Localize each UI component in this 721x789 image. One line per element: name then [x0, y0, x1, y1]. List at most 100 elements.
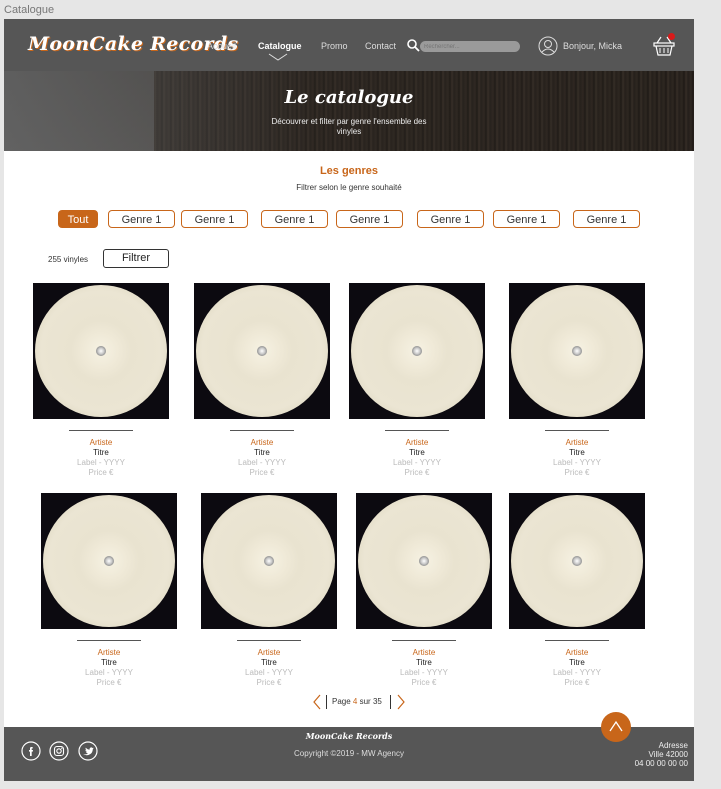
product-cover[interactable] — [194, 283, 330, 419]
vinyl-center — [264, 556, 274, 566]
product-card[interactable]: Artiste Titre Label - YYYY Price € — [201, 493, 337, 693]
cart-badge — [668, 33, 675, 40]
genre-chip-all[interactable]: Tout — [58, 210, 98, 228]
product-cover[interactable] — [349, 283, 485, 419]
product-artist[interactable]: Artiste — [33, 438, 169, 447]
genres-title: Les genres — [319, 165, 379, 177]
nav-accueil[interactable]: Accueil — [207, 41, 236, 51]
product-cover[interactable] — [356, 493, 492, 629]
product-cover[interactable] — [33, 283, 169, 419]
product-card[interactable]: Artiste Titre Label - YYYY Price € — [194, 283, 330, 483]
product-title[interactable]: Titre — [41, 658, 177, 667]
address-city: Ville 42000 — [648, 750, 688, 759]
product-artist[interactable]: Artiste — [349, 438, 485, 447]
divider — [385, 430, 449, 431]
product-label: Label - YYYY — [85, 668, 133, 677]
product-cover[interactable] — [201, 493, 337, 629]
back-to-top-button[interactable] — [601, 712, 631, 742]
page-total: 35 — [372, 697, 382, 706]
footer-address: Adresse Ville 42000 04 00 00 00 00 — [635, 741, 688, 768]
hero-subtitle: Découvrer et filter par genre l'ensemble… — [271, 117, 427, 136]
vinyl-record-image — [43, 495, 175, 627]
genre-chip[interactable]: Genre 1 — [417, 210, 484, 228]
vinyl-center — [572, 346, 582, 356]
chevron-right-icon[interactable] — [396, 694, 406, 710]
divider — [545, 430, 609, 431]
product-price: Price € — [96, 678, 122, 687]
divider — [392, 640, 456, 641]
product-price: Price € — [564, 468, 590, 477]
nav-catalogue[interactable]: Catalogue — [258, 41, 302, 51]
vinyl-center — [257, 346, 267, 356]
product-artist[interactable]: Artiste — [509, 648, 645, 657]
hero-overlay — [4, 71, 694, 151]
filter-button[interactable]: Filtrer — [103, 249, 169, 268]
product-card[interactable]: Artiste Titre Label - YYYY Price € — [33, 283, 169, 483]
product-title[interactable]: Titre — [509, 448, 645, 457]
address-line: Adresse — [658, 741, 688, 750]
genre-chip[interactable]: Genre 1 — [108, 210, 175, 228]
product-title[interactable]: Titre — [509, 658, 645, 667]
footer-copyright: Copyright ©2019 - MW Agency — [294, 749, 404, 758]
product-title[interactable]: Titre — [194, 448, 330, 457]
search-input[interactable] — [420, 41, 520, 52]
page-current: 4 — [352, 697, 358, 706]
vinyl-record-image — [196, 285, 328, 417]
page-of: sur — [359, 697, 371, 706]
divider — [230, 430, 294, 431]
genre-chip[interactable]: Genre 1 — [336, 210, 403, 228]
product-label: Label - YYYY — [238, 458, 286, 467]
product-card[interactable]: Artiste Titre Label - YYYY Price € — [509, 493, 645, 693]
vinyl-record-image — [511, 495, 643, 627]
page-prefix: Page — [332, 697, 351, 706]
product-title[interactable]: Titre — [356, 658, 492, 667]
vinyl-record-image — [358, 495, 490, 627]
results-count: 255 vinyles — [48, 255, 89, 264]
product-artist[interactable]: Artiste — [194, 438, 330, 447]
genre-chip[interactable]: Genre 1 — [573, 210, 640, 228]
genre-chip[interactable]: Genre 1 — [181, 210, 248, 228]
genres-subtitle: Filtrer selon le genre souhaité — [296, 183, 402, 192]
vinyl-center — [572, 556, 582, 566]
product-artist[interactable]: Artiste — [201, 648, 337, 657]
product-card[interactable]: Artiste Titre Label - YYYY Price € — [356, 493, 492, 693]
chevron-up-icon — [609, 720, 623, 732]
header: MoonCake Records Accueil Catalogue Promo… — [4, 19, 694, 71]
product-cover[interactable] — [41, 493, 177, 629]
vinyl-center — [96, 346, 106, 356]
product-label: Label - YYYY — [553, 458, 601, 467]
page: MoonCake Records Accueil Catalogue Promo… — [4, 19, 694, 781]
footer-logo: MoonCake Records — [305, 731, 393, 741]
divider — [237, 640, 301, 641]
product-label: Label - YYYY — [245, 668, 293, 677]
user-avatar-icon[interactable] — [538, 36, 558, 56]
product-price: Price € — [404, 468, 430, 477]
product-title[interactable]: Titre — [349, 448, 485, 457]
pagination-divider — [326, 695, 327, 709]
hero-banner: Le catalogue Découvrer et filter par gen… — [4, 71, 694, 151]
product-artist[interactable]: Artiste — [356, 648, 492, 657]
search-icon[interactable] — [407, 39, 420, 52]
product-artist[interactable]: Artiste — [509, 438, 645, 447]
chevron-left-icon[interactable] — [312, 694, 322, 710]
genre-chip[interactable]: Genre 1 — [261, 210, 328, 228]
product-cover[interactable] — [509, 283, 645, 419]
genre-chip[interactable]: Genre 1 — [493, 210, 560, 228]
nav-contact[interactable]: Contact — [365, 41, 396, 51]
product-cover[interactable] — [509, 493, 645, 629]
frame-label: Catalogue — [4, 4, 55, 16]
product-card[interactable]: Artiste Titre Label - YYYY Price € — [509, 283, 645, 483]
product-title[interactable]: Titre — [201, 658, 337, 667]
vinyl-record-image — [35, 285, 167, 417]
user-greeting[interactable]: Bonjour, Micka — [563, 41, 622, 51]
product-price: Price € — [411, 678, 437, 687]
nav-promo[interactable]: Promo — [321, 41, 348, 51]
product-card[interactable]: Artiste Titre Label - YYYY Price € — [41, 493, 177, 693]
product-title[interactable]: Titre — [33, 448, 169, 457]
product-price: Price € — [256, 678, 282, 687]
page-indicator: Page 4 sur 35 — [332, 697, 382, 706]
product-artist[interactable]: Artiste — [41, 648, 177, 657]
product-card[interactable]: Artiste Titre Label - YYYY Price € — [349, 283, 485, 483]
product-label: Label - YYYY — [400, 668, 448, 677]
divider — [77, 640, 141, 641]
